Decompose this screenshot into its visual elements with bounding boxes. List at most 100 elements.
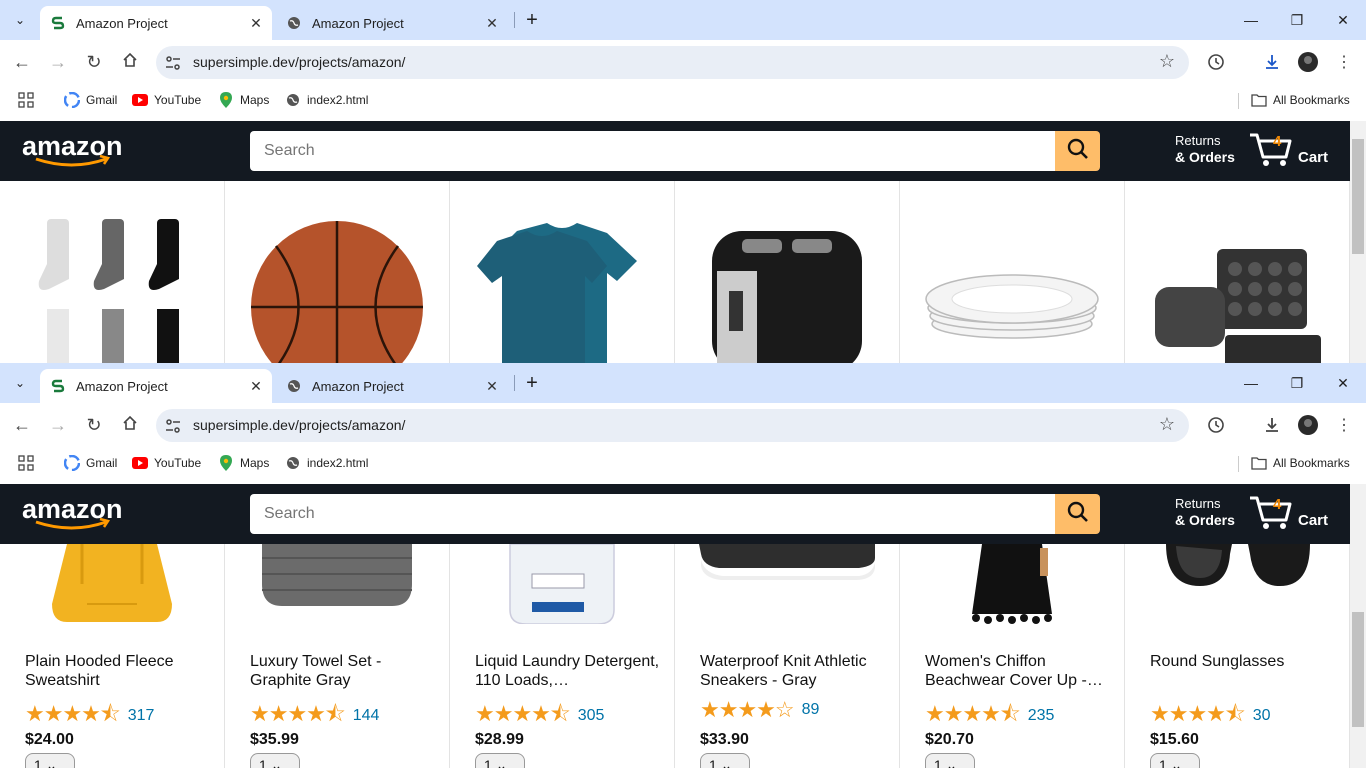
tab-amazon-project-2[interactable]: Amazon Project ✕ (276, 369, 508, 403)
forward-button[interactable]: → (44, 48, 72, 76)
detergent-image[interactable] (450, 544, 674, 624)
quantity-select[interactable]: 1 ⌄ (25, 753, 75, 768)
close-tab-icon[interactable]: ✕ (482, 376, 502, 396)
forward-button[interactable]: → (44, 411, 72, 439)
reload-button[interactable]: ↻ (80, 411, 108, 439)
product-grid-bottom: Plain Hooded Fleece Sweatshirt ★★★★⯪ 317 … (0, 544, 1350, 768)
search-input[interactable] (250, 494, 1056, 534)
address-bar[interactable]: supersimple.dev/projects/amazon/ ☆ (156, 409, 1189, 442)
bookmark-gmail[interactable]: Gmail (64, 454, 117, 472)
tab-search-button[interactable]: ⌄ (8, 8, 32, 32)
search-button[interactable] (1055, 494, 1100, 534)
coverup-image[interactable] (900, 544, 1124, 624)
cart-link[interactable]: 4 Cart (1248, 492, 1338, 536)
site-info-icon[interactable] (164, 417, 182, 435)
bookmark-star-icon[interactable]: ☆ (1159, 414, 1175, 435)
cart-icon (1250, 496, 1292, 529)
socks-image[interactable] (0, 219, 224, 363)
rating-count[interactable]: 144 (353, 707, 380, 725)
bookmark-maps[interactable]: Maps (218, 454, 269, 472)
bookmark-maps[interactable]: Maps (218, 91, 269, 109)
product-card (675, 181, 900, 363)
home-button[interactable] (116, 411, 144, 439)
scrollbar-thumb[interactable] (1352, 612, 1364, 727)
back-button[interactable]: ← (8, 48, 36, 76)
bakeware-image[interactable] (1125, 247, 1349, 363)
bookmark-star-icon[interactable]: ☆ (1159, 51, 1175, 72)
cart-label: Cart (1298, 512, 1329, 529)
new-tab-button[interactable]: + (520, 8, 544, 32)
close-tab-icon[interactable]: ✕ (246, 13, 266, 33)
download-icon[interactable] (1260, 413, 1284, 437)
rating-count[interactable]: 305 (578, 707, 605, 725)
quantity-select[interactable]: 1 ⌄ (1150, 753, 1200, 768)
hoodie-image[interactable] (0, 544, 224, 624)
bookmark-index2[interactable]: index2.html (285, 91, 368, 109)
menu-kebab-icon[interactable]: ⋮ (1332, 413, 1356, 437)
close-window-button[interactable]: ✕ (1320, 363, 1366, 403)
tab-amazon-project-2[interactable]: Amazon Project ✕ (276, 6, 508, 40)
quantity-value: 1 (934, 757, 942, 768)
chevron-down-icon: ⌄ (14, 13, 26, 27)
cart-count: 4 (1273, 496, 1282, 513)
history-icon[interactable] (1204, 50, 1228, 74)
restore-button[interactable]: ❐ (1274, 0, 1320, 40)
new-tab-button[interactable]: + (520, 371, 544, 395)
rating-count[interactable]: 89 (802, 701, 820, 719)
plus-icon: + (526, 371, 538, 394)
tab-search-button[interactable]: ⌄ (8, 371, 32, 395)
close-window-button[interactable]: ✕ (1320, 0, 1366, 40)
page-scrollbar[interactable] (1350, 484, 1366, 768)
basketball-image[interactable] (225, 221, 449, 363)
search-input[interactable] (250, 131, 1056, 171)
reload-button[interactable]: ↻ (80, 48, 108, 76)
scrollbar-thumb[interactable] (1352, 139, 1364, 254)
download-icon[interactable] (1260, 50, 1284, 74)
amazon-logo[interactable]: amazon (22, 494, 124, 532)
search-button[interactable] (1055, 131, 1100, 171)
close-tab-icon[interactable]: ✕ (482, 13, 502, 33)
product-rating: ★★★★⯪ 30 (1150, 697, 1271, 735)
site-info-icon[interactable] (164, 54, 182, 72)
tab-amazon-project-1[interactable]: Amazon Project ✕ (40, 6, 272, 40)
all-bookmarks[interactable]: All Bookmarks (1251, 91, 1350, 109)
towel-image[interactable] (225, 544, 449, 610)
page-scrollbar[interactable] (1350, 121, 1366, 363)
close-tab-icon[interactable]: ✕ (246, 376, 266, 396)
profile-avatar[interactable] (1296, 50, 1320, 74)
quantity-select[interactable]: 1 ⌄ (475, 753, 525, 768)
browser-toolbar: ← → ↻ supersimple.dev/projects/amazon/ ☆… (0, 403, 1366, 448)
quantity-select[interactable]: 1 ⌄ (250, 753, 300, 768)
plates-image[interactable] (900, 269, 1124, 339)
quantity-select[interactable]: 1 ⌄ (700, 753, 750, 768)
toaster-image[interactable] (675, 221, 899, 363)
minimize-button[interactable]: — (1228, 0, 1274, 40)
rating-count[interactable]: 317 (128, 707, 155, 725)
sunglasses-image[interactable] (1125, 544, 1349, 590)
returns-orders-link[interactable]: Returns & Orders (1175, 496, 1235, 528)
history-icon[interactable] (1204, 413, 1228, 437)
tab-amazon-project-1[interactable]: Amazon Project ✕ (40, 369, 272, 403)
minimize-button[interactable]: — (1228, 363, 1274, 403)
returns-orders-link[interactable]: Returns & Orders (1175, 133, 1235, 165)
sneaker-image[interactable] (675, 544, 899, 582)
profile-avatar[interactable] (1296, 413, 1320, 437)
tshirts-image[interactable] (450, 221, 674, 363)
address-bar[interactable]: supersimple.dev/projects/amazon/ ☆ (156, 46, 1189, 79)
all-bookmarks[interactable]: All Bookmarks (1251, 454, 1350, 472)
bookmark-youtube[interactable]: YouTube (132, 91, 201, 109)
apps-grid-icon[interactable] (18, 91, 34, 109)
menu-kebab-icon[interactable]: ⋮ (1332, 50, 1356, 74)
quantity-select[interactable]: 1 ⌄ (925, 753, 975, 768)
bookmark-youtube[interactable]: YouTube (132, 454, 201, 472)
amazon-logo[interactable]: amazon (22, 131, 124, 169)
home-button[interactable] (116, 48, 144, 76)
rating-count[interactable]: 235 (1028, 707, 1055, 725)
apps-grid-icon[interactable] (18, 454, 34, 472)
cart-link[interactable]: 4 Cart (1248, 129, 1338, 173)
bookmark-gmail[interactable]: Gmail (64, 91, 117, 109)
rating-count[interactable]: 30 (1253, 707, 1271, 725)
back-button[interactable]: ← (8, 411, 36, 439)
bookmark-index2[interactable]: index2.html (285, 454, 368, 472)
restore-button[interactable]: ❐ (1274, 363, 1320, 403)
